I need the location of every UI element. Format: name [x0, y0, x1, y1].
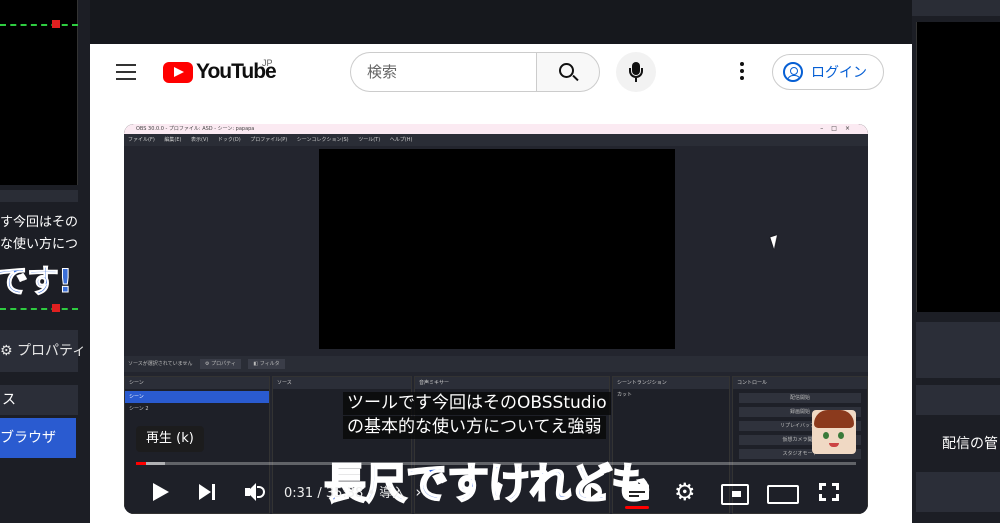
search-input[interactable]: [350, 52, 536, 92]
window-titlebar: [90, 0, 912, 44]
subtitles-icon[interactable]: [620, 476, 654, 509]
volume-icon[interactable]: [242, 476, 268, 508]
mouse-cursor-icon: [770, 235, 781, 249]
more-options-icon[interactable]: [738, 62, 746, 82]
background-preview: [0, 0, 78, 185]
obs-status-bar: ソースが選択されていません ⚙ プロパティ ◧ フィルタ: [124, 356, 868, 372]
user-circle-icon: [783, 62, 803, 82]
obs-preview: [319, 149, 675, 349]
caption-line-1: ツールです今回はそのOBSStudio: [343, 392, 611, 415]
background-subtitle: す今回はその な使い方につ: [0, 215, 79, 252]
background-app-left: す今回はその な使い方につ です! ⚙ プロパティ ス ブラウザ: [0, 0, 90, 523]
background-source-item[interactable]: ブラウザ: [0, 418, 76, 458]
autoplay-toggle-icon[interactable]: [576, 476, 610, 508]
login-label: ログイン: [811, 65, 867, 81]
youtube-logo[interactable]: YouTube: [163, 60, 277, 84]
fullscreen-icon[interactable]: [812, 476, 846, 508]
play-icon[interactable]: [150, 476, 174, 508]
progress-bar[interactable]: [136, 462, 856, 465]
background-big-caption: です!: [0, 262, 73, 301]
background-strip: [0, 190, 78, 202]
obs-window-controls: –□×: [820, 125, 858, 132]
youtube-play-logo-icon: [163, 61, 193, 83]
streamer-avatar: [812, 410, 856, 454]
background-marker: [52, 20, 60, 28]
region-code: JP: [262, 58, 273, 68]
player-controls: 0:31 / 35:38 • 導入 ›: [124, 470, 868, 514]
background-properties-button[interactable]: ⚙ プロパティ: [0, 330, 86, 372]
obs-title-bar: OBS 30.0.0 - プロファイル: ASD - シーン: papapa: [124, 124, 868, 134]
caption-line-2: の基本的な使い方についてえ強弱: [343, 416, 606, 439]
background-panel: [916, 322, 1000, 378]
chevron-right-icon: ›: [415, 483, 422, 501]
theater-mode-icon[interactable]: [764, 476, 799, 508]
settings-gear-icon[interactable]: [668, 476, 702, 508]
next-video-icon[interactable]: [196, 476, 220, 508]
background-manage-label[interactable]: 配信の管: [942, 422, 1000, 466]
video-player[interactable]: OBS 30.0.0 - プロファイル: ASD - シーン: papapa –…: [124, 124, 868, 514]
background-sources-header: ス: [0, 385, 78, 415]
obs-menu-bar: ファイル(F) 編集(E) 表示(V) ドック(D) プロファイル(P) シーン…: [124, 134, 868, 146]
background-panel: [916, 472, 1000, 512]
menu-icon[interactable]: [116, 64, 136, 80]
youtube-masthead: YouTube JP ログイン: [90, 44, 912, 100]
search-button[interactable]: [536, 52, 600, 92]
miniplayer-icon[interactable]: [716, 476, 750, 508]
play-tooltip: 再生 (k): [136, 426, 204, 452]
time-display: 0:31 / 35:38 • 導入 ›: [284, 476, 421, 508]
background-preview: [916, 22, 1000, 312]
browser-window: YouTube JP ログイン OBS 30.0.0 - プロファイル: ASD…: [90, 0, 912, 523]
background-dashed-line: [0, 24, 78, 26]
background-panel: [916, 385, 1000, 415]
background-app-right: 配信の管: [912, 0, 1000, 523]
background-bar: [912, 0, 1000, 16]
chapter-button[interactable]: • 導入 ›: [367, 483, 421, 501]
login-button[interactable]: ログイン: [772, 54, 884, 90]
background-marker: [52, 304, 60, 312]
background-dashed-line: [0, 308, 78, 310]
progress-played: [136, 462, 147, 465]
voice-search-button[interactable]: [616, 52, 656, 92]
